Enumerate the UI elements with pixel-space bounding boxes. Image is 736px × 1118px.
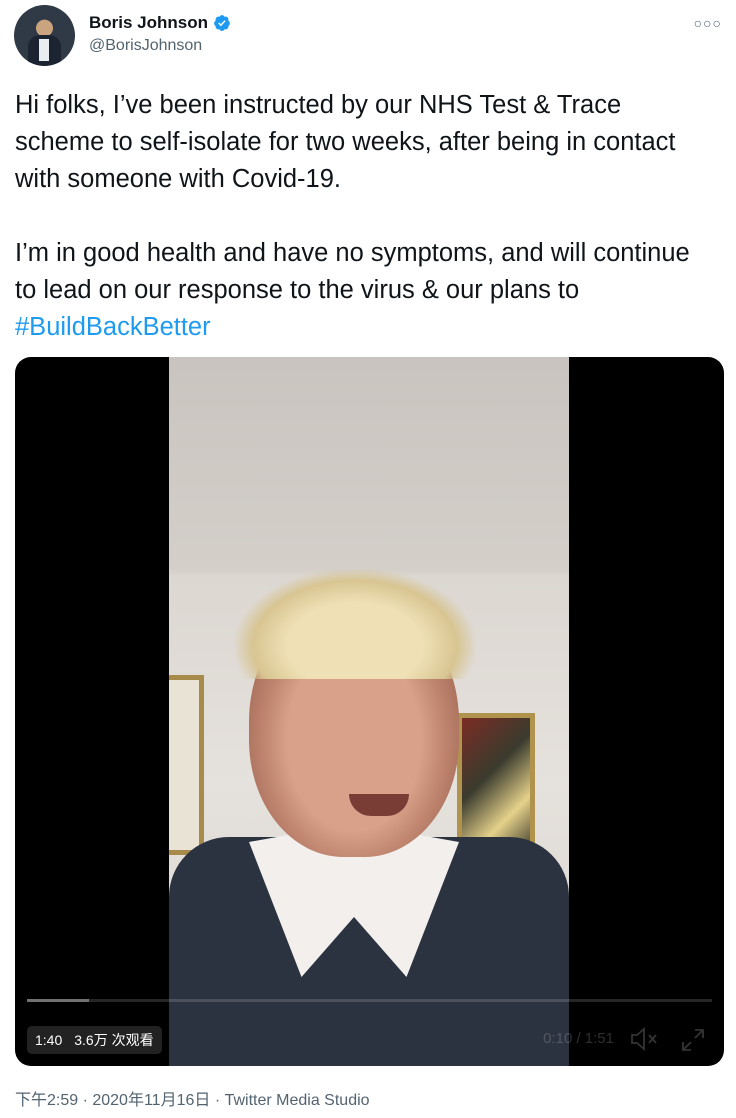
video-player[interactable]: 1:40 3.6万 次观看 0:10 / 1:51 (15, 357, 724, 1066)
video-duration: 1:40 (35, 1032, 63, 1048)
video-info-badge: 1:40 3.6万 次观看 (27, 1026, 162, 1054)
tweet-paragraph-2: I’m in good health and have no symptoms,… (15, 239, 697, 304)
fullscreen-icon[interactable] (680, 1027, 706, 1053)
person-hair (235, 569, 475, 679)
author-handle[interactable]: @BorisJohnson (89, 37, 202, 55)
author-name-row: Boris Johnson (89, 13, 231, 33)
tweet-timestamp[interactable]: 下午2:59 · 2020年11月16日 (15, 1092, 210, 1109)
verified-badge-icon (214, 15, 230, 31)
tweet-source[interactable]: Twitter Media Studio (225, 1092, 370, 1109)
video-views: 3.6万 次观看 (74, 1032, 154, 1048)
video-progress-fill (27, 999, 89, 1002)
video-frame (169, 357, 569, 1066)
tweet-meta: 下午2:59 · 2020年11月16日 · Twitter Media Stu… (15, 1086, 370, 1110)
avatar[interactable] (14, 5, 75, 66)
more-horizontal-icon[interactable]: ○○○ (694, 15, 722, 31)
video-time-readout: 0:10 / 1:51 (543, 1030, 614, 1047)
tweet-header: Boris Johnson @BorisJohnson ○○○ (14, 5, 722, 67)
volume-mute-icon[interactable] (630, 1027, 660, 1051)
wall-picture-left (169, 675, 204, 855)
video-scrub-bar[interactable] (27, 999, 712, 1002)
tweet-text: Hi folks, I’ve been instructed by our NH… (15, 87, 715, 346)
meta-separator: · (210, 1092, 225, 1109)
author-name[interactable]: Boris Johnson (89, 13, 208, 33)
hashtag-link[interactable]: #BuildBackBetter (15, 313, 211, 341)
tweet-paragraph-1: Hi folks, I’ve been instructed by our NH… (15, 91, 683, 193)
